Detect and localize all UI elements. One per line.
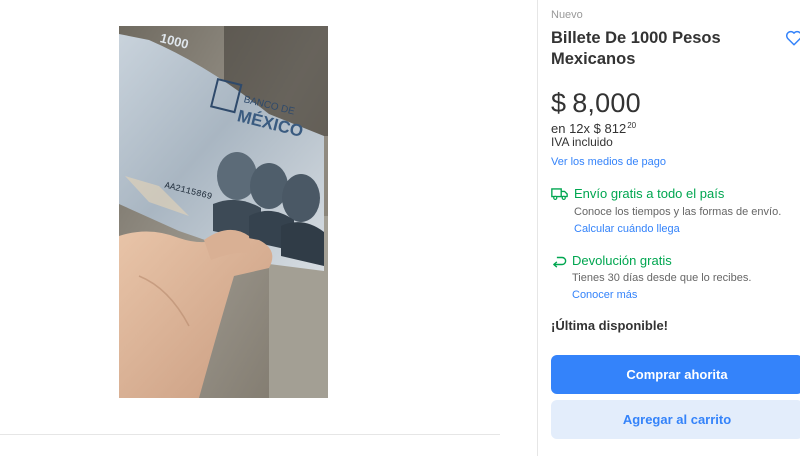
- returns-info: Devolución gratis Tienes 30 días desde q…: [551, 253, 800, 305]
- installments-cents: 20: [627, 121, 637, 130]
- price-amount: 8,000: [572, 88, 641, 118]
- payment-methods-link[interactable]: Ver los medios de pago: [551, 156, 666, 168]
- condition-label: Nuevo: [551, 9, 583, 21]
- tax-note: IVA incluido: [551, 135, 613, 149]
- returns-learn-more-link[interactable]: Conocer más: [572, 289, 637, 301]
- product-photo[interactable]: BANCO DE MÉXICO 1000 AA2115869: [119, 26, 328, 398]
- shipping-info: Envío gratis a todo el país Conoce los t…: [551, 186, 800, 238]
- shipping-description: Conoce los tiempos y las formas de envío…: [574, 206, 782, 218]
- returns-description: Tienes 30 días desde que lo recibes.: [572, 272, 752, 284]
- buy-box: Nuevo Billete De 1000 Pesos Mexicanos $8…: [551, 0, 800, 456]
- heart-icon[interactable]: [785, 29, 800, 47]
- product-title: Billete De 1000 Pesos Mexicanos: [551, 29, 721, 68]
- shipping-headline: Envío gratis a todo el país: [574, 186, 725, 201]
- product-gallery: BANCO DE MÉXICO 1000 AA2115869: [0, 0, 500, 456]
- truck-icon: [551, 188, 568, 200]
- installments-amount: en 12x $ 812: [551, 121, 627, 136]
- stock-status: ¡Última disponible!: [551, 318, 668, 333]
- add-to-cart-button[interactable]: Agregar al carrito: [551, 400, 800, 439]
- returns-headline: Devolución gratis: [572, 253, 672, 268]
- return-arrow-icon: [553, 256, 567, 268]
- buy-now-button[interactable]: Comprar ahorita: [551, 355, 800, 394]
- price: $8,000: [551, 88, 641, 119]
- panel-divider: [537, 0, 538, 456]
- installments: en 12x $ 81220: [551, 121, 636, 136]
- banknote-photo: BANCO DE MÉXICO 1000 AA2115869: [119, 26, 328, 398]
- price-currency: $: [551, 88, 567, 118]
- shipping-calculate-link[interactable]: Calcular cuándo llega: [574, 223, 680, 235]
- gallery-divider: [0, 434, 500, 435]
